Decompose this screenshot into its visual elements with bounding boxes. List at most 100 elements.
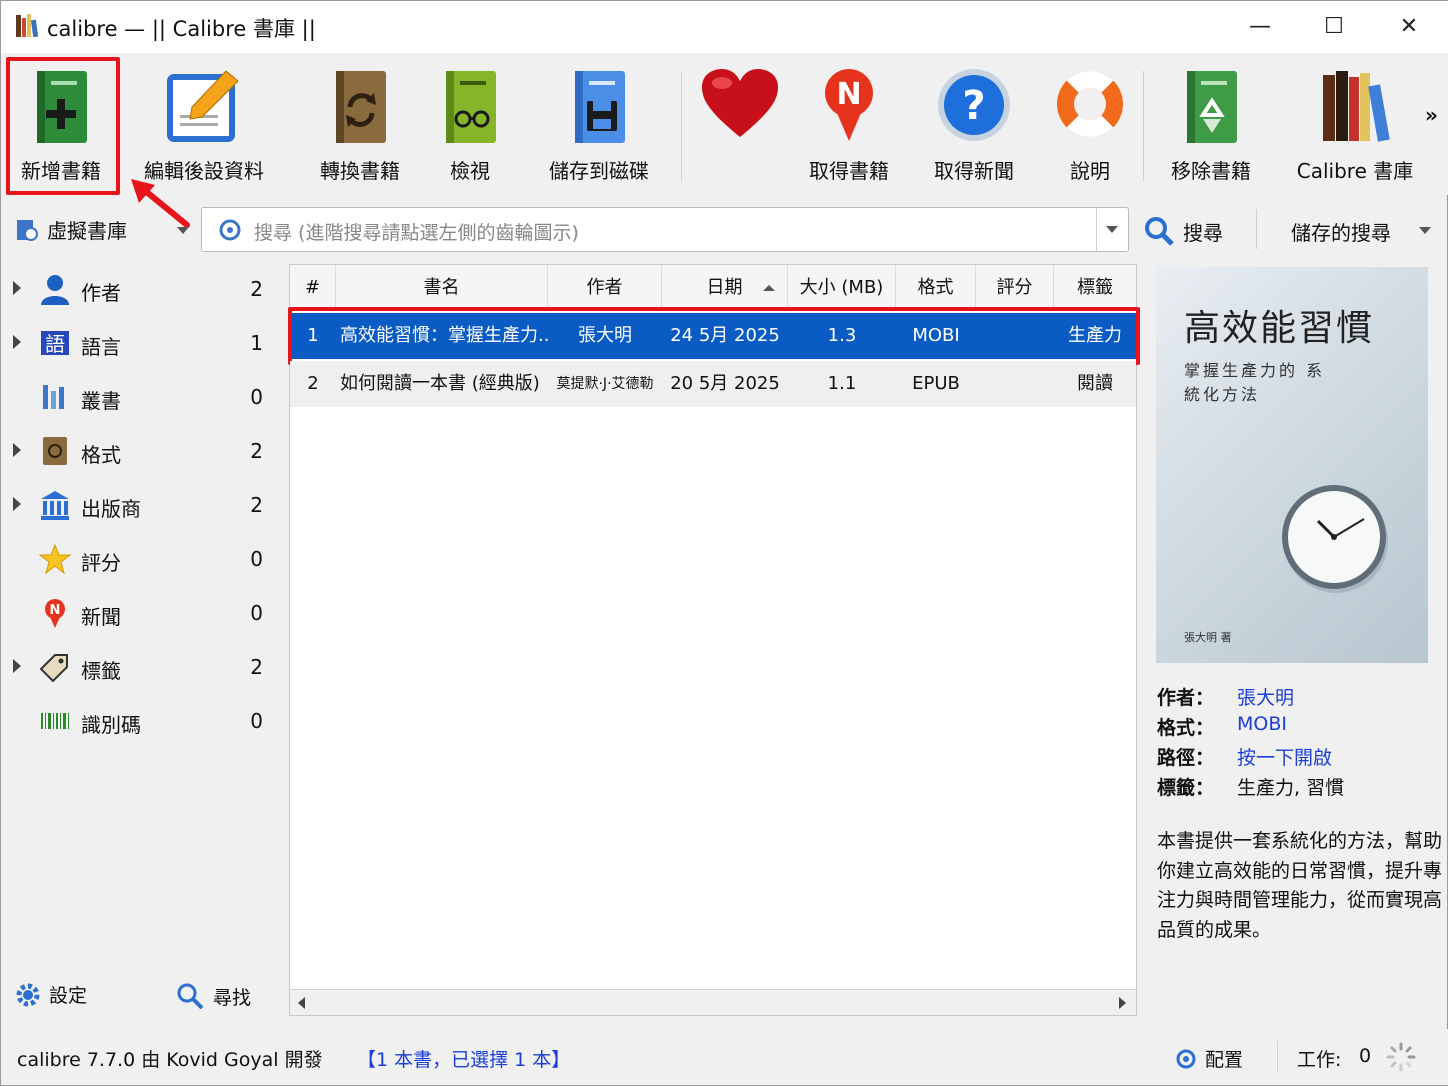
search-button[interactable]: 搜尋: [1143, 215, 1223, 247]
expand-arrow-icon[interactable]: [13, 335, 21, 349]
column-header-number[interactable]: #: [290, 265, 336, 311]
sidebar-item-count: 0: [250, 385, 263, 409]
author-link[interactable]: 張大明: [1237, 683, 1294, 710]
sidebar-item-formats[interactable]: 格式 2: [1, 425, 283, 479]
close-button[interactable]: ✕: [1394, 13, 1424, 43]
get-books-label: 取得書籍: [809, 159, 889, 183]
sidebar-item-label: 作者: [81, 281, 121, 305]
column-header-author[interactable]: 作者: [548, 265, 662, 311]
sidebar-item-identifiers[interactable]: 識別碼 0: [1, 695, 283, 749]
highlight-box: [288, 307, 1140, 365]
toolbar-separator: [681, 71, 682, 181]
column-header-date-label: 日期: [706, 277, 743, 298]
status-separator: [1277, 1041, 1278, 1073]
maximize-button[interactable]: ☐: [1319, 13, 1349, 43]
format-link[interactable]: MOBI: [1237, 713, 1287, 735]
expand-arrow-icon[interactable]: [13, 281, 21, 295]
column-header-rating[interactable]: 評分: [976, 265, 1054, 311]
row-size: 1.1: [827, 373, 857, 394]
minimize-button[interactable]: —: [1245, 13, 1275, 43]
sidebar-item-label: 標籤: [81, 659, 121, 683]
book-details-panel: 高效能習慣 掌握生產力的 系統化方法 張大明 著 作者： 張大明 格式： MOB…: [1141, 263, 1448, 1023]
toolbar-overflow-button[interactable]: »: [1425, 103, 1438, 127]
scroll-right-icon[interactable]: [1119, 997, 1126, 1009]
layout-button[interactable]: 配置: [1175, 1045, 1243, 1072]
svg-text:?: ?: [962, 83, 985, 129]
donate-button[interactable]: [697, 63, 783, 193]
horizontal-scrollbar[interactable]: [290, 989, 1136, 1015]
remove-books-button[interactable]: 移除書籍: [1161, 63, 1261, 193]
tag-browser: 作者 2 語 語言 1 叢書 0 格式 2 出版商 2 評分 0 N 新聞 0 …: [1, 263, 283, 763]
search-bar-row: 虛擬書庫 搜尋 (進階搜尋請點選左側的齒輪圖示) 搜尋 儲存的搜尋: [1, 201, 1448, 259]
preferences-label: 設定: [49, 985, 88, 1007]
row-date: 20 5月 2025: [670, 373, 780, 394]
sidebar-item-label: 新聞: [81, 605, 121, 629]
sidebar-item-rating[interactable]: 評分 0: [1, 533, 283, 587]
help-button[interactable]: 說明: [1047, 63, 1133, 193]
preferences-button[interactable]: 設定: [15, 981, 87, 1008]
expand-arrow-icon[interactable]: [13, 443, 21, 457]
row-rating: [976, 361, 1054, 407]
publisher-building-icon: [41, 491, 69, 520]
save-to-disk-label: 儲存到磁碟: [549, 159, 649, 183]
column-header-tags[interactable]: 標籤: [1054, 265, 1136, 311]
advanced-search-gear-icon[interactable]: [218, 218, 242, 242]
jobs-label[interactable]: 工作:: [1297, 1045, 1341, 1072]
row-format: EPUB: [912, 373, 960, 394]
format-label: 格式：: [1157, 717, 1215, 739]
svg-text:N: N: [50, 603, 61, 618]
tag-icon: [39, 654, 68, 683]
window-title: calibre — || Calibre 書庫 ||: [47, 17, 316, 41]
column-header-title[interactable]: 書名: [336, 265, 548, 311]
row-author: 莫提默·J·艾德勒: [556, 376, 654, 392]
sidebar-item-languages[interactable]: 語 語言 1: [1, 317, 283, 371]
fetch-news-label: 取得新聞: [934, 159, 1014, 183]
virtual-library-button[interactable]: 虛擬書庫: [15, 215, 127, 244]
column-header-format[interactable]: 格式: [896, 265, 976, 311]
table-row[interactable]: 2 如何閱讀一本書 (經典版) 莫提默·J·艾德勒 20 5月 2025 1.1…: [290, 361, 1136, 407]
version-text: calibre 7.7.0 由 Kovid Goyal 開發: [17, 1049, 323, 1071]
sidebar-item-label: 出版商: [81, 497, 141, 521]
find-search-icon: [177, 983, 204, 1010]
sidebar-item-series[interactable]: 叢書 0: [1, 371, 283, 425]
book-cover[interactable]: 高效能習慣 掌握生產力的 系統化方法 張大明 著: [1156, 267, 1428, 663]
column-header-date[interactable]: 日期: [662, 265, 788, 311]
svg-text:N: N: [836, 77, 861, 112]
search-history-dropdown[interactable]: [1096, 208, 1128, 251]
virtual-library-dropdown[interactable]: [177, 227, 189, 234]
person-icon: [41, 275, 69, 305]
barcode-icon: [41, 713, 69, 729]
convert-books-button[interactable]: 轉換書籍: [307, 63, 413, 193]
selection-count: 【1 本書，已選擇 1 本】: [357, 1049, 571, 1071]
sidebar-item-tags[interactable]: 標籤 2: [1, 641, 283, 695]
search-input[interactable]: 搜尋 (進階搜尋請點選左側的齒輪圖示): [201, 207, 1129, 252]
gear-icon: [16, 983, 40, 1006]
get-books-button[interactable]: N 取得書籍: [801, 63, 897, 193]
column-header-size[interactable]: 大小 (MB): [788, 265, 896, 311]
expand-arrow-icon[interactable]: [13, 497, 21, 511]
path-link[interactable]: 按一下開啟: [1237, 743, 1332, 770]
fetch-news-button[interactable]: ? 取得新聞: [927, 63, 1021, 193]
tags-label: 標籤：: [1157, 777, 1215, 799]
expand-arrow-icon[interactable]: [13, 659, 21, 673]
library-books-icon: [1323, 71, 1390, 142]
sidebar-item-count: 0: [250, 709, 263, 733]
sidebar-item-authors[interactable]: 作者 2: [1, 263, 283, 317]
remove-recycle-icon: [1187, 71, 1237, 143]
find-button[interactable]: 尋找: [175, 981, 251, 1011]
status-bar: calibre 7.7.0 由 Kovid Goyal 開發 【1 本書，已選擇…: [1, 1029, 1448, 1085]
sidebar-item-news[interactable]: N 新聞 0: [1, 587, 283, 641]
book-list-table: # 書名 作者 日期 大小 (MB) 格式 評分 標籤 1 高效能習慣：掌握生產…: [288, 264, 1140, 1016]
saved-searches-dropdown[interactable]: [1419, 227, 1431, 234]
sort-ascending-icon: [763, 285, 775, 291]
scroll-left-icon[interactable]: [298, 997, 305, 1009]
sidebar-item-publishers[interactable]: 出版商 2: [1, 479, 283, 533]
jobs-count[interactable]: 0: [1359, 1045, 1371, 1067]
cover-author: 張大明 著: [1184, 631, 1232, 644]
saved-searches-button[interactable]: 儲存的搜尋: [1291, 217, 1391, 246]
view-button[interactable]: 檢視: [425, 63, 515, 193]
view-label: 檢視: [450, 159, 490, 183]
save-to-disk-button[interactable]: 儲存到磁碟: [541, 63, 657, 193]
calibre-library-button[interactable]: Calibre 書庫: [1291, 63, 1419, 193]
remove-books-label: 移除書籍: [1171, 159, 1251, 183]
